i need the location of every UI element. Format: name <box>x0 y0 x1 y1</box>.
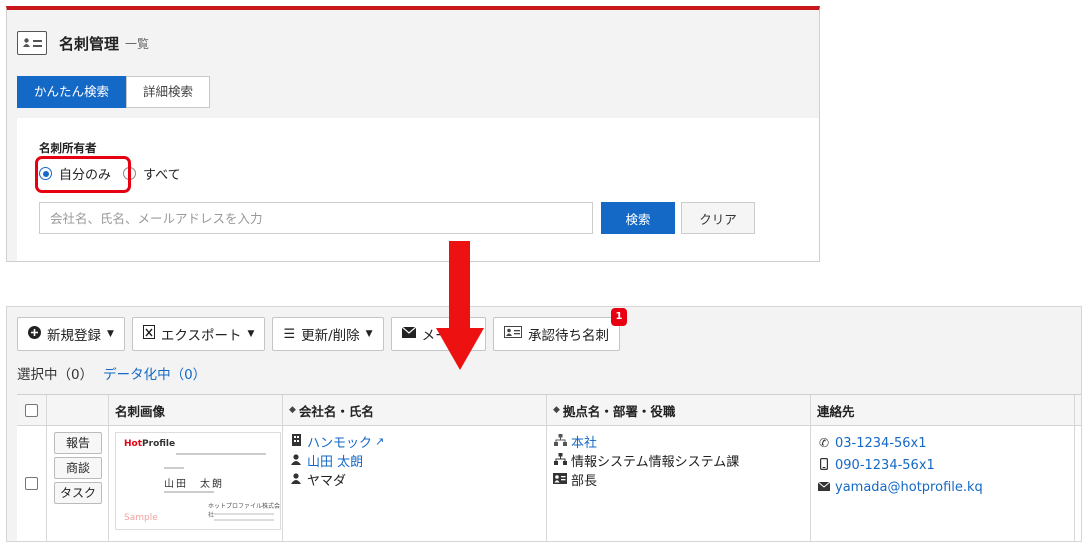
owner-label: 名刺所有者 <box>39 141 97 155</box>
card-company-name: ホットプロファイル株式会社 <box>208 503 281 519</box>
clear-button[interactable]: クリア <box>681 202 755 234</box>
header-actions <box>47 395 109 425</box>
phone-icon: ✆ <box>818 436 830 450</box>
new-register-label: 新規登録 <box>47 328 101 344</box>
plus-circle-icon <box>28 325 41 343</box>
envelope-icon <box>817 480 831 494</box>
header-card-image: 名刺画像 <box>115 403 166 419</box>
external-link-icon[interactable]: ↗ <box>375 435 384 448</box>
search-button[interactable]: 検索 <box>601 202 675 234</box>
title-row: 名刺管理 一覧 <box>17 30 149 56</box>
card-person-name: 山田 太朗 <box>164 479 224 490</box>
company-link[interactable]: ハンモック <box>307 432 372 451</box>
header-location[interactable]: ◆ 拠点名・部署・役職 <box>547 395 811 425</box>
task-button[interactable]: タスク <box>54 482 102 504</box>
header-company-name-label: 会社名・氏名 <box>298 403 374 419</box>
data-pending-link[interactable]: データ化中（0） <box>103 363 206 383</box>
search-tabs: かんたん検索 詳細検索 <box>17 76 211 108</box>
caret-down-icon: ▼ <box>247 329 255 339</box>
row-checkbox[interactable] <box>25 477 38 490</box>
header-more <box>1075 395 1081 425</box>
highlight-box <box>35 156 131 193</box>
toolbar: 新規登録 ▼ エクスポート ▼ ☰ 更新/削除 ▼ メール ▼ 承認待ち名刺 1 <box>17 308 628 353</box>
update-delete-label: 更新/削除 <box>301 328 360 344</box>
caret-down-icon: ▼ <box>365 329 373 339</box>
approval-count-badge: 1 <box>611 308 628 326</box>
table-header: 名刺画像 ◆ 会社名・氏名 ◆ 拠点名・部署・役職 連絡先 <box>17 395 1081 426</box>
sitemap-icon <box>553 434 567 449</box>
export-label: エクスポート <box>160 328 242 344</box>
update-delete-button[interactable]: ☰ 更新/削除 ▼ <box>272 317 384 351</box>
location-link[interactable]: 本社 <box>571 432 597 451</box>
mobile-icon <box>817 457 831 473</box>
envelope-icon <box>401 326 416 342</box>
approval-label: 承認待ち名刺 <box>528 328 610 344</box>
business-card-icon <box>504 326 523 342</box>
user-icon <box>289 472 303 487</box>
business-card-icon <box>17 31 47 55</box>
phone-link[interactable]: 03-1234-56x1 <box>835 436 927 451</box>
sort-icon: ◆ <box>289 405 296 415</box>
sort-icon: ◆ <box>553 405 560 415</box>
new-register-button[interactable]: 新規登録 ▼ <box>17 317 125 351</box>
list-panel: 新規登録 ▼ エクスポート ▼ ☰ 更新/削除 ▼ メール ▼ 承認待ち名刺 1… <box>6 306 1082 542</box>
table-row: 報告 商談 タスク HotProfile 山田 太朗 ホットプロファイル株式会社 <box>17 426 1081 541</box>
list-icon: ☰ <box>283 326 296 342</box>
building-icon <box>289 434 303 449</box>
excel-file-icon <box>142 325 155 343</box>
search-input[interactable] <box>39 202 593 234</box>
deal-button[interactable]: 商談 <box>54 457 102 479</box>
department: 情報システム情報システム課 <box>571 455 740 470</box>
tab-simple-search[interactable]: かんたん検索 <box>17 76 127 108</box>
position: 部長 <box>571 474 598 489</box>
business-card-table: 名刺画像 ◆ 会社名・氏名 ◆ 拠点名・部署・役職 連絡先 報告 商談 タスク <box>17 394 1081 541</box>
radio-all-label[interactable]: すべて <box>143 164 181 183</box>
id-card-icon <box>553 472 567 487</box>
page-subtitle: 一覧 <box>125 36 150 51</box>
export-button[interactable]: エクスポート ▼ <box>131 317 266 351</box>
person-name-link[interactable]: 山田 太朗 <box>307 451 363 470</box>
header-company-name[interactable]: ◆ 会社名・氏名 <box>283 395 547 425</box>
sample-watermark: Sample <box>124 513 158 523</box>
business-card-thumbnail[interactable]: HotProfile 山田 太朗 ホットプロファイル株式会社 Sample <box>115 432 281 530</box>
hotprofile-logo: HotProfile <box>124 439 176 449</box>
search-panel-container: 名刺管理 一覧 かんたん検索 詳細検索 名刺所有者 自分のみ すべて 検索 クリ… <box>6 6 820 262</box>
more-column <box>1075 426 1081 541</box>
selected-count: 選択中（0） <box>17 367 94 383</box>
arrow-head <box>436 328 484 370</box>
page-title: 名刺管理 <box>59 34 120 53</box>
caret-down-icon: ▼ <box>107 329 114 339</box>
email-link[interactable]: yamada@hotprofile.kq <box>835 480 983 495</box>
mobile-link[interactable]: 090-1234-56x1 <box>835 458 935 473</box>
tab-advanced-search[interactable]: 詳細検索 <box>126 76 211 108</box>
sitemap-icon <box>553 453 567 468</box>
approval-pending-button[interactable]: 承認待ち名刺 1 <box>493 308 628 351</box>
simple-search-form: 名刺所有者 自分のみ すべて 検索 クリア <box>17 118 819 261</box>
select-all-checkbox[interactable] <box>25 403 38 417</box>
person-kana: ヤマダ <box>307 474 347 489</box>
report-button[interactable]: 報告 <box>54 432 102 454</box>
arrow-down-icon <box>449 241 470 329</box>
header-location-label: 拠点名・部署・役職 <box>562 403 676 419</box>
selection-status: 選択中（0） データ化中（0） <box>17 363 206 383</box>
user-icon <box>289 453 303 468</box>
header-contact: 連絡先 <box>817 403 855 419</box>
